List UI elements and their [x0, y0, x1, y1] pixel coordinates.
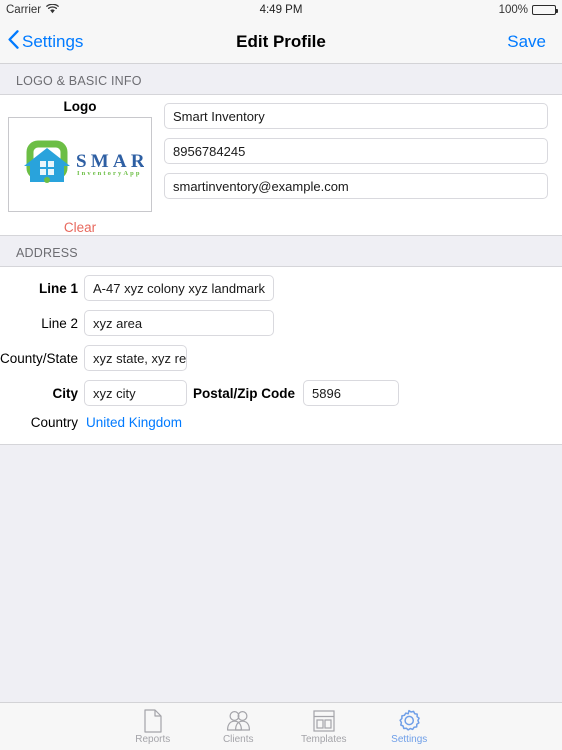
tab-reports-label: Reports: [135, 733, 171, 745]
country-value[interactable]: United Kingdom: [84, 415, 182, 430]
layout-icon: [313, 709, 335, 733]
address-row-city-postal: City xyz city Postal/Zip Code 5896: [0, 380, 562, 406]
logo-column: Logo SMA InventoryApp Clear: [0, 99, 160, 235]
postal-zip-label: Postal/Zip Code: [193, 385, 296, 401]
tab-reports[interactable]: Reports: [110, 708, 196, 745]
document-icon: [143, 708, 163, 733]
county-state-input[interactable]: xyz state, xyz regi…: [84, 345, 187, 371]
company-name-input[interactable]: Smart Inventory: [164, 103, 548, 129]
line2-label: Line 2: [41, 315, 78, 331]
postal-zip-input[interactable]: 5896: [303, 380, 400, 406]
city-input[interactable]: xyz city: [84, 380, 187, 406]
section-address: Line 1 A-47 xyz colony xyz landmark Line…: [0, 266, 562, 445]
tab-clients[interactable]: Clients: [196, 709, 282, 745]
chevron-left-icon: [8, 29, 19, 54]
save-button[interactable]: Save: [507, 32, 562, 52]
country-label: Country: [30, 415, 78, 430]
address-row-country[interactable]: Country United Kingdom: [0, 415, 562, 430]
address-row-county-state: County/State xyz state, xyz regi…: [0, 345, 562, 371]
email-input[interactable]: smartinventory@example.com: [164, 173, 548, 199]
status-bar: Carrier 4:49 PM 100%: [0, 0, 562, 20]
section-header-logo-basic-info: LOGO & BASIC INFO: [16, 74, 142, 88]
line1-input[interactable]: A-47 xyz colony xyz landmark: [84, 275, 274, 301]
logo-image-well[interactable]: SMART InventoryApp: [8, 117, 152, 212]
logo-field-label: Logo: [63, 99, 97, 114]
section-logo-basic-info: Logo SMA InventoryApp Clear Smart Invent…: [0, 94, 562, 236]
clear-logo-button[interactable]: Clear: [64, 220, 96, 235]
battery-full-icon: [532, 5, 558, 15]
tab-templates-label: Templates: [300, 733, 347, 745]
tab-settings-label: Settings: [391, 733, 428, 745]
basic-info-fields: Smart Inventory 8956784245 smartinventor…: [160, 99, 562, 235]
section-header-address: ADDRESS: [16, 246, 78, 260]
address-row-line2: Line 2 xyz area: [0, 310, 562, 336]
carrier-label: Carrier: [6, 4, 42, 16]
gear-icon: [397, 709, 421, 733]
status-bar-time: 4:49 PM: [259, 4, 303, 16]
back-button[interactable]: Settings: [0, 29, 84, 54]
city-label: City: [52, 385, 78, 401]
wifi-icon: [46, 3, 59, 17]
tab-bar: Reports Clients Templates Settings: [0, 702, 562, 750]
page-title: Edit Profile: [236, 31, 326, 51]
status-bar-left: Carrier: [6, 3, 59, 17]
form-scroll-view[interactable]: LOGO & BASIC INFO Logo SMA InventoryApp …: [0, 64, 562, 702]
battery-percent-label: 100%: [498, 4, 528, 16]
logo-image: SMART InventoryApp: [9, 118, 151, 211]
phone-input[interactable]: 8956784245: [164, 138, 548, 164]
address-row-line1: Line 1 A-47 xyz colony xyz landmark: [0, 275, 562, 301]
tab-settings[interactable]: Settings: [367, 709, 453, 745]
tab-clients-label: Clients: [222, 733, 254, 745]
county-state-label: County/State: [0, 350, 79, 366]
svg-text:InventoryApp: InventoryApp: [77, 170, 142, 177]
people-icon: [226, 709, 251, 733]
line2-input[interactable]: xyz area: [84, 310, 274, 336]
line1-label: Line 1: [38, 280, 78, 296]
navigation-bar: Settings Edit Profile Save: [0, 20, 562, 64]
status-bar-right: 100%: [498, 4, 558, 16]
back-button-label: Settings: [22, 31, 84, 51]
tab-templates[interactable]: Templates: [281, 709, 367, 745]
svg-text:SMART: SMART: [76, 151, 144, 172]
